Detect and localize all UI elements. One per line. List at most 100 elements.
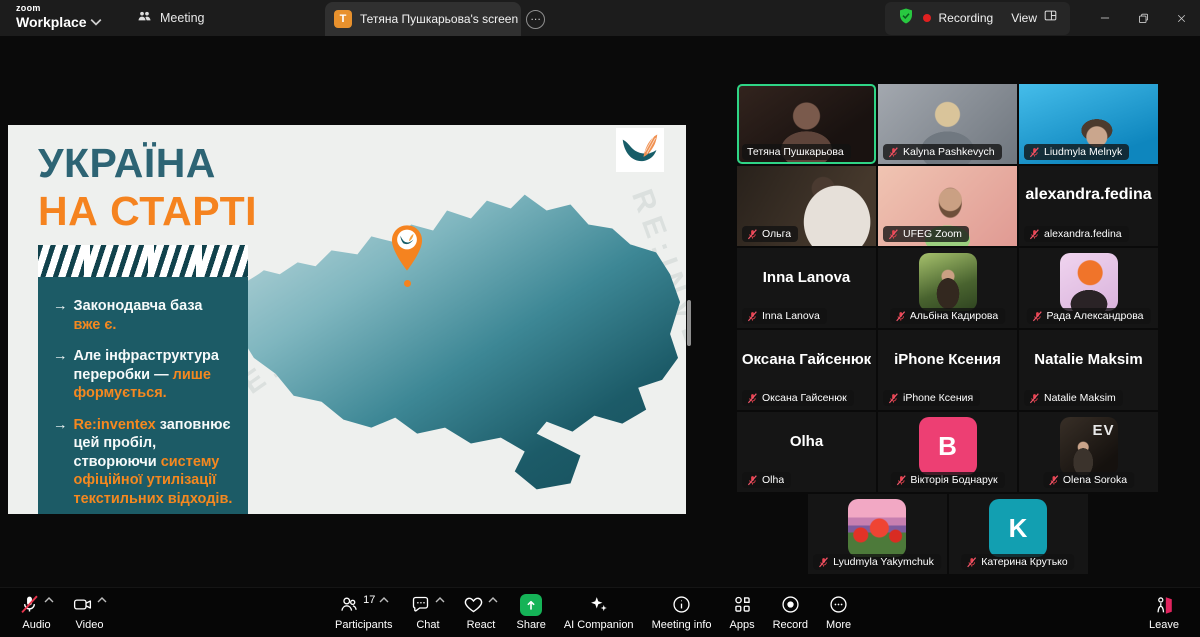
tab-avatar: T [334,10,352,28]
participant-tile[interactable]: alexandra.fedina alexandra.fedina [1019,166,1158,246]
mic-muted-icon [1029,229,1040,240]
participant-tile[interactable]: Lyudmyla Yakymchuk [808,494,947,574]
participants-button[interactable]: 17 Participants [326,588,401,637]
leave-icon [1153,594,1175,616]
avatar: K [989,499,1047,557]
mic-muted-icon [966,557,977,568]
avatar [1060,253,1118,311]
leave-button[interactable]: Leave [1140,588,1188,637]
record-icon [780,594,801,615]
record-button[interactable]: Record [764,588,817,637]
meeting-info-button[interactable]: Meeting info [643,588,721,637]
participant-tile[interactable]: Оксана Гайсенюк Оксана Гайсенюк [737,330,876,410]
bullet-1: → Законодавча базавже є. [53,297,235,334]
participant-tile[interactable]: UFEG Zoom [878,166,1017,246]
mic-muted-icon [1048,475,1059,486]
ai-companion-button[interactable]: AI Companion [555,588,643,637]
meeting-toolbar: Audio Video 17 Participants Chat [0,587,1200,637]
mic-muted-icon [1031,311,1042,322]
mic-muted-icon [747,229,758,240]
participant-tile[interactable]: Альбіна Кадирова [878,248,1017,328]
chevron-up-icon[interactable] [97,597,107,603]
participant-tile[interactable]: B Вікторія Боднарук [878,412,1017,492]
participant-display-name: Olha [737,412,876,470]
minimize-button[interactable] [1086,0,1124,36]
tab-meeting[interactable]: Meeting [126,0,214,36]
slide-title: УКРАЇНА НА СТАРТІ [38,139,257,236]
chevron-up-icon[interactable] [379,597,389,603]
share-button[interactable]: Share [507,588,554,637]
map-dot [404,280,411,287]
restore-button[interactable] [1124,0,1162,36]
participant-name-label: Альбіна Кадирова [890,308,1005,324]
participant-tile[interactable]: EV Olena Soroka [1019,412,1158,492]
participant-name-label: UFEG Zoom [883,226,969,242]
scrollbar-thumb[interactable] [687,300,691,346]
participant-tile[interactable]: Kalyna Pashkevych [878,84,1017,164]
arrow-icon: → [53,347,68,403]
mic-muted-icon [747,311,758,322]
brand-workplace: Workplace [16,15,87,29]
avatar [848,499,906,557]
recording-label[interactable]: Recording [939,11,994,25]
participant-name-label: Ольга [742,226,798,242]
view-button[interactable]: View [1011,8,1058,28]
mic-muted-icon [888,147,899,158]
sparkle-icon [588,594,609,615]
participants-count: 17 [363,594,375,606]
slide-text-panel: → Законодавча базавже є. → Але інфрастру… [38,277,248,514]
apps-button[interactable]: Apps [721,588,764,637]
participant-display-name: Natalie Maksim [1019,330,1158,388]
chat-button[interactable]: Chat [401,588,454,637]
participant-tile[interactable]: iPhone Ксения iPhone Ксения [878,330,1017,410]
participant-tile[interactable]: Ольга [737,166,876,246]
bullet-3: → Re:inventex заповнює цей пробіл, створ… [53,416,235,509]
react-button[interactable]: React [454,588,507,637]
participant-name-label: alexandra.fedina [1024,226,1129,242]
hatch-pattern-band [38,245,248,277]
more-button[interactable]: More [817,588,860,637]
tab-meeting-label: Meeting [160,11,204,25]
video-button[interactable]: Video [63,588,116,637]
participant-tile[interactable]: Liudmyla Melnyk [1019,84,1158,164]
chevron-up-icon[interactable] [435,597,445,603]
brand-zoom: zoom [16,4,87,13]
participant-tile[interactable]: Тетяна Пушкарьова [737,84,876,164]
arrow-icon: → [53,297,68,334]
arrow-icon: → [53,416,68,509]
participant-tile[interactable]: Olha Olha [737,412,876,492]
participants-icon [338,594,359,615]
shared-screen-slide: RE:INVENTEX RE:INVENTEX УКРАЇНА НА СТАРТ… [8,125,686,514]
mic-muted-icon [747,475,758,486]
info-icon [671,594,692,615]
participant-tile[interactable]: Inna Lanova Inna Lanova [737,248,876,328]
share-screen-icon [520,594,542,616]
participant-name-label: Olha [742,472,791,488]
participant-display-name: alexandra.fedina [1019,166,1158,224]
audio-button[interactable]: Audio [10,588,63,637]
participant-name-label: Olena Soroka [1043,472,1134,488]
security-shield-icon[interactable] [897,7,915,30]
participant-name-label: Liudmyla Melnyk [1024,144,1129,160]
mic-muted-icon [1029,393,1040,404]
people-icon [136,8,153,28]
tab-shared-screen[interactable]: T Тетяна Пушкарьова's screen … [325,2,521,36]
participant-tile[interactable]: Рада Александрова [1019,248,1158,328]
mic-muted-icon [747,393,758,404]
participant-display-name: Inna Lanova [737,248,876,306]
participant-name-label: Рада Александрова [1026,308,1150,324]
bullet-2: → Але інфраструктура переробки — лише фо… [53,347,235,403]
chevron-down-icon[interactable] [90,13,102,31]
participant-name-label: Kalyna Pashkevych [883,144,1002,160]
participant-tile[interactable]: K Катерина Крутько [949,494,1088,574]
chevron-up-icon[interactable] [488,597,498,603]
chevron-up-icon[interactable] [44,597,54,603]
map-pin-icon [391,224,423,272]
close-button[interactable] [1162,0,1200,36]
participant-tile[interactable]: Natalie Maksim Natalie Maksim [1019,330,1158,410]
tab-more-options-icon[interactable]: … [526,10,545,29]
mic-muted-icon [19,594,40,615]
avatar: B [919,417,977,475]
participant-name-label: Тетяна Пушкарьова [742,144,851,160]
slide-title-line2: НА СТАРТІ [38,187,257,235]
